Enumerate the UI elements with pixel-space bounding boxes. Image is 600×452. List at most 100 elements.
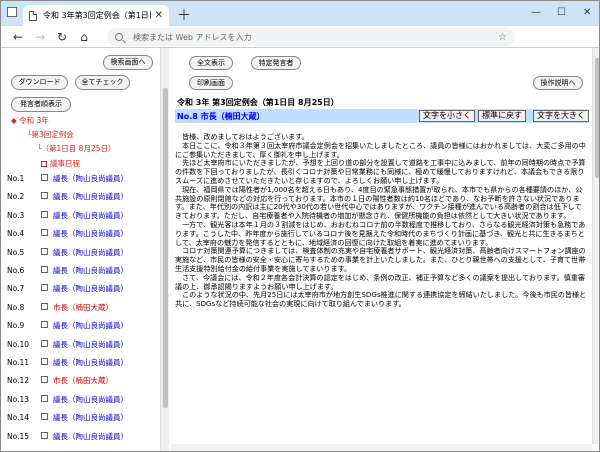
speaker-link[interactable]: 議長（陶山良尚議員） [53, 247, 128, 258]
speech-paragraph: 現在、福岡県では陽性者が1,000名を超える日もあり、4度目の緊急事態措置が取ら… [175, 184, 583, 221]
refresh-icon[interactable]: ↻ [51, 30, 73, 44]
speech-number: No.3 [7, 210, 25, 220]
window-menu-icon[interactable] [7, 7, 17, 17]
speaker-link[interactable]: 議長（陶山良尚議員） [53, 320, 128, 331]
speech-number: No.10 [7, 339, 29, 349]
browser-tab[interactable]: 令和 3年第3回定例会（第1日目 ✕ [23, 5, 169, 26]
speech-row[interactable]: No.2 議長（陶山良尚議員） [1, 190, 161, 206]
text-standard-button[interactable]: 標準に戻す [478, 110, 526, 122]
tree-year[interactable]: ◆ 令和 3年 [11, 115, 49, 126]
speech-checkbox[interactable] [41, 339, 48, 347]
speech-checkbox[interactable] [41, 302, 48, 310]
speech-row[interactable]: No.1 議長（陶山良尚議員） [1, 172, 161, 188]
speech-row[interactable]: No.6 議長（陶山良尚議員） [1, 264, 161, 280]
print-button[interactable]: 印刷画面 [189, 76, 233, 90]
speech-number: No.15 [7, 431, 29, 441]
speech-row[interactable]: No.4 議長（陶山良尚議員） [1, 227, 161, 243]
show-all-button[interactable]: 全文表示 [189, 56, 233, 70]
speaker-link[interactable]: 議長（陶山良尚議員） [53, 283, 128, 294]
agenda-checkbox-icon[interactable] [41, 161, 47, 167]
speech-row[interactable]: No.10 議長（陶山良尚議員） [1, 338, 161, 354]
close-tab-icon[interactable]: ✕ [155, 10, 163, 21]
speech-checkbox[interactable] [41, 321, 48, 329]
download-button[interactable]: ダウンロード [11, 75, 68, 90]
speech-number: No.14 [7, 413, 29, 423]
speech-checkbox[interactable] [41, 376, 48, 384]
operation-help-button[interactable]: 操作説明へ [533, 76, 583, 90]
back-icon[interactable]: ← [7, 30, 29, 44]
title-bar: 令和 3年第3回定例会（第1日目 ✕ ＋ — ☐ ✕ [1, 1, 599, 26]
speech-row[interactable]: No.14 議長（陶山良尚議員） [1, 411, 161, 427]
search-screen-button[interactable]: 検索画面へ [103, 55, 153, 70]
speech-paragraph: 本日ここに、令和３年第３回太宰府市議会定例会を招集いたしましたところ、議員の皆様… [175, 140, 586, 159]
speaker-link[interactable]: 市長（楠田大蔵） [53, 302, 113, 313]
specific-speaker-button[interactable]: 特定発言者 [251, 56, 301, 70]
speaker-link[interactable]: 議長（陶山良尚議員） [53, 173, 128, 184]
speech-checkbox[interactable] [41, 394, 48, 402]
close-window-icon[interactable]: ✕ [583, 7, 591, 18]
speech-number: No.9 [7, 321, 25, 331]
speaker-link[interactable]: 議長（陶山良尚議員） [53, 191, 128, 202]
page-icon [29, 10, 37, 21]
speech-number: No.1 [7, 174, 25, 183]
speaker-link[interactable]: 議長（陶山良尚議員） [53, 412, 128, 423]
speech-row[interactable]: No.15 議長（陶山良尚議員） [1, 430, 161, 446]
favorite-star-icon[interactable]: ☆ [498, 32, 507, 43]
speech-row[interactable]: No.7 議長（陶山良尚議員） [1, 282, 161, 298]
speaker-link[interactable]: 議長（陶山良尚議員） [53, 357, 128, 368]
speech-row[interactable]: No.9 議長（陶山良尚議員） [1, 319, 161, 335]
speech-checkbox[interactable] [41, 210, 48, 218]
tree-year-label: 令和 3年 [19, 116, 49, 125]
address-bar: ← → ↻ ⌂ 検索または Web アドレスを入力 ☆ ☆ ◉ ☺ … [1, 26, 599, 66]
tree-day[interactable]: └（第1日目 8月25日） [37, 143, 116, 154]
speech-checkbox[interactable] [41, 247, 48, 255]
speech-checkbox[interactable] [41, 413, 48, 421]
check-all-button[interactable]: 全てチェック [75, 75, 130, 90]
speech-number: No.8 [7, 302, 25, 312]
speech-checkbox[interactable] [41, 358, 48, 365]
text-larger-button[interactable]: 文字を大きく [533, 110, 589, 122]
browser-window: 令和 3年第3回定例会（第1日目 ✕ ＋ — ☐ ✕ ← → ↻ ⌂ 検索または… [0, 0, 600, 452]
meeting-title: 令和 3年 第3回定例会（第1日目 8月25日） [177, 98, 339, 107]
right-scroll-thumb[interactable] [595, 58, 599, 178]
left-scroll-thumb[interactable] [163, 88, 168, 408]
speaker-link[interactable]: 議長（陶山良尚議員） [53, 431, 128, 442]
speaker-link[interactable]: 議長（陶山良尚議員） [53, 339, 128, 350]
speech-checkbox[interactable] [41, 174, 48, 181]
speech-checkbox[interactable] [41, 431, 48, 439]
speech-row[interactable]: No.3 議長（陶山良尚議員） [1, 209, 161, 225]
maximize-icon[interactable]: ☐ [557, 7, 566, 18]
speaker-link[interactable]: 議長（陶山良尚議員） [53, 210, 128, 221]
address-input[interactable]: 検索または Web アドレスを入力 ☆ [107, 28, 515, 46]
speech-row[interactable]: No.11 議長（陶山良尚議員） [1, 356, 161, 372]
left-scrollbar[interactable] [160, 48, 169, 451]
speaker-order-button[interactable]: 発言者順表示 [11, 97, 71, 112]
speech-number: No.6 [7, 266, 25, 275]
speaker-link[interactable]: 議長（陶山良尚議員） [53, 265, 128, 276]
minimize-icon[interactable]: — [531, 7, 541, 18]
home-icon[interactable]: ⌂ [73, 30, 95, 44]
speaker-link[interactable]: 市長（楠田大蔵） [53, 375, 113, 386]
new-tab-icon[interactable]: ＋ [177, 5, 191, 25]
speech-checkbox[interactable] [41, 284, 48, 292]
speech-row[interactable]: No.13 議長（陶山良尚議員） [1, 393, 161, 409]
speech-number: No.11 [7, 358, 29, 367]
speech-row[interactable]: No.5 議長（陶山良尚議員） [1, 246, 161, 262]
speech-checkbox[interactable] [41, 229, 48, 237]
speaker-link[interactable]: 議長（陶山良尚議員） [53, 394, 128, 405]
tree-session[interactable]: └第3回定例会 [27, 129, 74, 140]
speech-checkbox[interactable] [41, 266, 48, 273]
speech-checkbox[interactable] [41, 192, 48, 200]
speech-row[interactable]: No.8 市長（楠田大蔵） [1, 301, 161, 317]
speech-row[interactable]: No.12 市長（楠田大蔵） [1, 374, 161, 390]
speaker-link[interactable]: 議長（陶山良尚議員） [53, 228, 128, 239]
tree-session-label: 第3回定例会 [31, 130, 74, 139]
speech-number: No.7 [7, 284, 25, 294]
tree-day-label: （第1日目 8月25日） [41, 144, 116, 153]
text-smaller-button[interactable]: 文字を小さく [419, 110, 475, 122]
forward-icon[interactable]: → [29, 30, 51, 44]
right-scrollbar[interactable] [592, 48, 599, 444]
tree-agenda[interactable]: 議事日程 [41, 158, 80, 169]
horizontal-scrollbar[interactable] [171, 444, 592, 451]
speech-paragraph: さて、今議会には、令和２年度各会計決算の認定をはじめ、条例の改正、補正予算など多… [175, 272, 585, 291]
